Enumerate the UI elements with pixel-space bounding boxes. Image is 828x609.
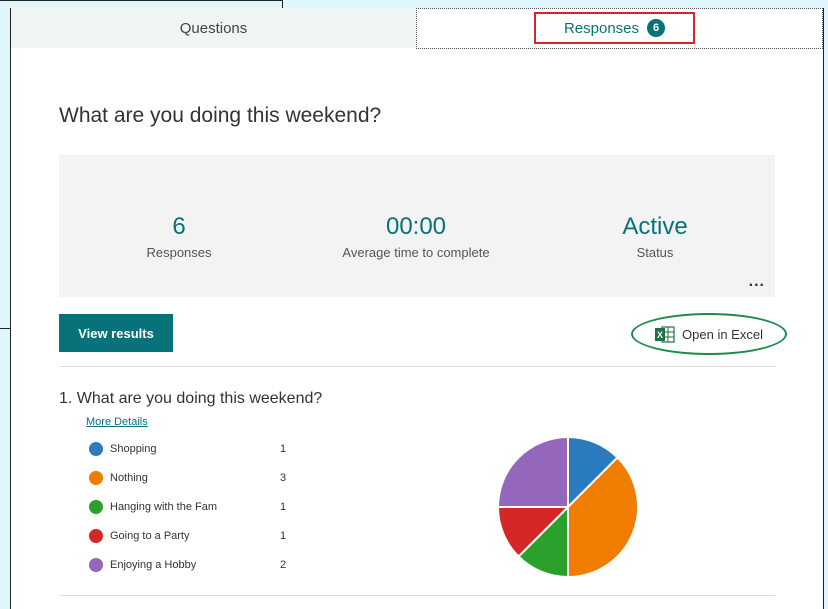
legend-item: Going to a Party 1 [89, 527, 286, 545]
more-details-link[interactable]: More Details [86, 416, 148, 428]
background-window-edge [0, 328, 10, 329]
stat-average-time: 00:00 Average time to complete [306, 213, 526, 260]
tab-bar: Questions Responses 6 [11, 8, 823, 49]
stat-responses: 6 Responses [69, 213, 289, 260]
open-in-excel-button[interactable]: X Open in Excel [631, 313, 787, 355]
legend-swatch [89, 471, 103, 485]
svg-text:X: X [657, 330, 663, 340]
legend-swatch [89, 442, 103, 456]
legend-label: Shopping [110, 443, 157, 455]
pie-slice-enjoying-a-hobby [497, 436, 569, 508]
legend-count: 2 [280, 559, 287, 571]
legend-label: Hanging with the Fam [110, 501, 217, 513]
responses-panel: Questions Responses 6 What are you doing… [10, 8, 824, 609]
view-results-button[interactable]: View results [59, 314, 173, 352]
form-title: What are you doing this weekend? [59, 104, 382, 127]
responses-pie-chart [497, 436, 639, 578]
legend-item: Shopping 1 [89, 440, 286, 458]
stat-average-time-label: Average time to complete [342, 245, 490, 260]
tab-responses-label: Responses [563, 19, 640, 37]
tab-questions-label: Questions [179, 19, 248, 37]
legend-item: Hanging with the Fam 1 [89, 498, 286, 516]
divider [59, 595, 775, 596]
question-title: 1. What are you doing this weekend? [59, 390, 323, 407]
legend-swatch [89, 500, 103, 514]
legend-swatch [89, 558, 103, 572]
responses-highlight-box[interactable]: Responses 6 [534, 12, 695, 44]
legend-item: Enjoying a Hobby 2 [89, 556, 286, 574]
summary-stats: 6 Responses 00:00 Average time to comple… [59, 155, 775, 297]
responses-count-badge: 6 [647, 19, 666, 37]
legend-count: 1 [280, 530, 287, 542]
divider [59, 366, 775, 367]
open-in-excel-label: Open in Excel [682, 326, 763, 342]
tab-responses[interactable]: Responses 6 [416, 8, 823, 49]
legend-count: 3 [280, 472, 287, 484]
legend-count: 1 [280, 501, 287, 513]
tab-questions[interactable]: Questions [11, 8, 416, 48]
stat-responses-value: 6 [172, 213, 186, 240]
stat-status-value: Active [622, 213, 688, 240]
excel-icon: X [655, 325, 675, 343]
legend-label: Going to a Party [110, 530, 190, 542]
legend-label: Enjoying a Hobby [110, 559, 197, 571]
legend-count: 1 [280, 443, 287, 455]
stat-status: Active Status [545, 213, 765, 260]
background-window-edge [282, 0, 283, 8]
legend-item: Nothing 3 [89, 469, 286, 487]
view-results-label: View results [78, 325, 154, 341]
legend-swatch [89, 529, 103, 543]
background-window-edge [0, 0, 282, 1]
stat-status-label: Status [636, 245, 674, 260]
legend-label: Nothing [110, 472, 148, 484]
stat-average-time-value: 00:00 [385, 213, 447, 240]
stat-responses-label: Responses [146, 245, 212, 260]
more-options-icon[interactable]: ... [749, 273, 765, 291]
